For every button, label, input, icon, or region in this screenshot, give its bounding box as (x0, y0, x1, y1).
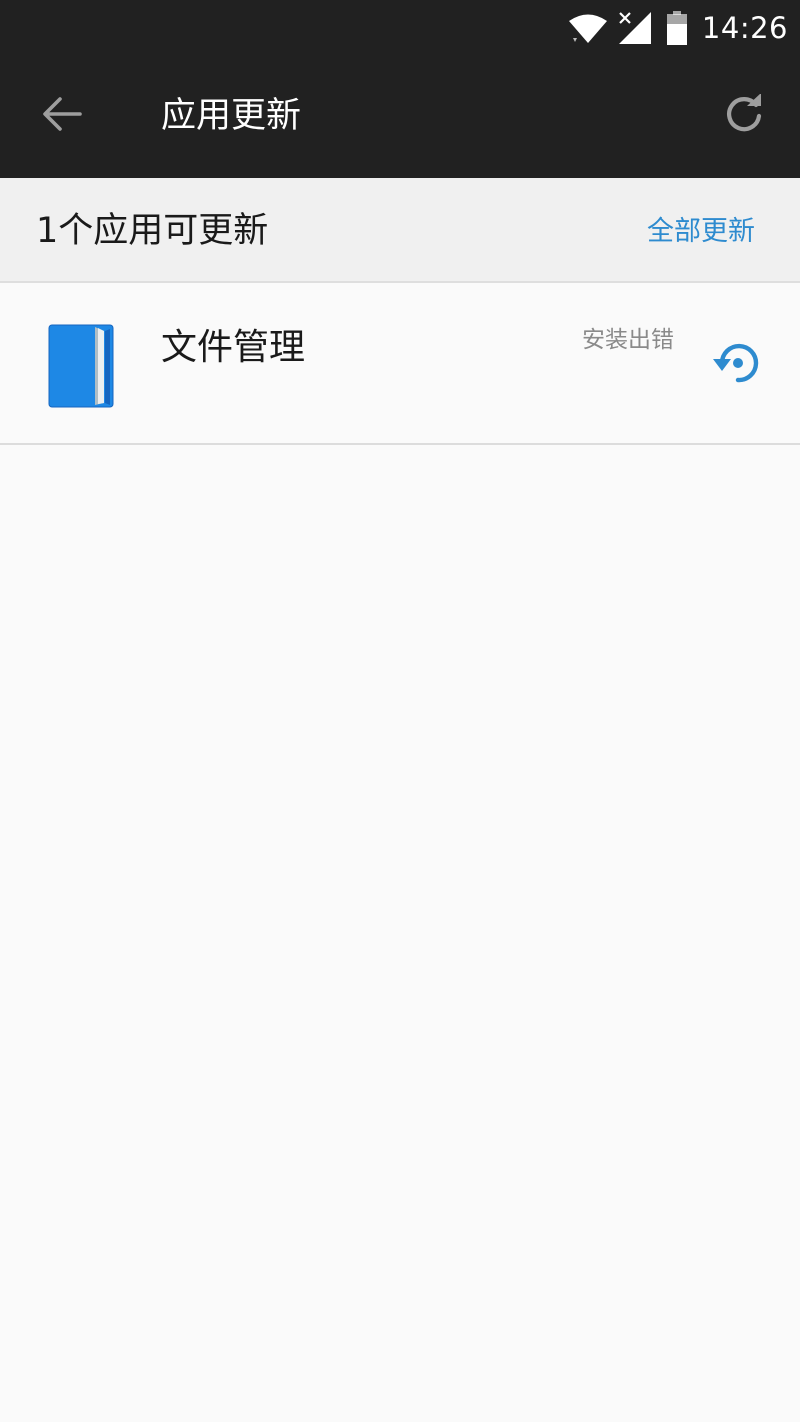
retry-button[interactable] (706, 333, 770, 397)
retry-icon (712, 337, 764, 393)
status-time: 14:26 (701, 11, 788, 45)
updates-count-label: 1个应用可更新 (36, 211, 269, 251)
toolbar: 应用更新 (0, 56, 800, 178)
install-status: 安装出错 (582, 327, 674, 353)
list-item[interactable]: 文件管理 安装出错 (0, 285, 800, 445)
status-bar: 14:26 (0, 0, 800, 56)
file-manager-folder-icon (46, 321, 116, 409)
arrow-back-icon (42, 94, 82, 138)
status-icons: 14:26 (568, 8, 788, 48)
updates-summary-bar: 1个应用可更新 全部更新 (0, 178, 800, 283)
refresh-icon (724, 93, 764, 138)
signal-no-service-icon (618, 11, 652, 45)
wifi-icon (568, 12, 608, 44)
battery-icon (666, 11, 688, 45)
update-all-button[interactable]: 全部更新 (647, 212, 755, 252)
refresh-button[interactable] (708, 80, 780, 152)
app-name: 文件管理 (161, 327, 306, 368)
page-title: 应用更新 (161, 96, 302, 136)
back-button[interactable] (26, 80, 98, 152)
